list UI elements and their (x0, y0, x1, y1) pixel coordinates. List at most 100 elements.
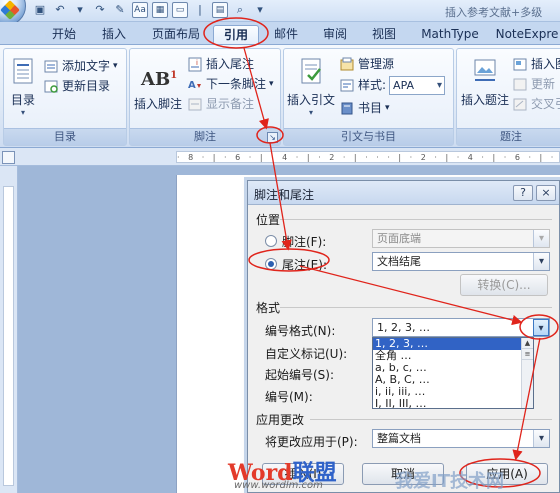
update-table-button[interactable]: 更新 (513, 75, 555, 93)
footnote-radio[interactable] (265, 235, 277, 247)
group-label-toc: 目录 (4, 128, 126, 145)
tab-references[interactable]: 引用 (213, 25, 259, 44)
apply-to-dropdown-icon: ▾ (533, 430, 549, 447)
format-section-label: 格式 (256, 301, 281, 315)
cross-reference-button[interactable]: 交叉引 (513, 95, 560, 113)
style-selector[interactable]: 样式: APA (340, 75, 446, 95)
undo-icon[interactable]: ↶ (52, 2, 68, 18)
tab-insert[interactable]: 插入 (94, 25, 134, 44)
close-button[interactable]: × (536, 185, 556, 201)
window-title: 插入参考文献+多级 (445, 6, 543, 19)
group-label-footnotes: 脚注 (130, 128, 280, 145)
scroll-thumb[interactable]: ≡ (522, 349, 533, 360)
style-dropdown[interactable]: APA (389, 75, 446, 95)
endnote-radio[interactable] (265, 258, 277, 270)
insert-endnote-label: 插入尾注 (206, 57, 255, 71)
tab-page-layout[interactable]: 页面布局 (146, 25, 206, 44)
edit-icon[interactable]: ✎ (112, 2, 128, 18)
insert-citation-dropdown-icon: ▾ (308, 108, 313, 117)
tab-home[interactable]: 开始 (44, 25, 84, 44)
numbering-label: 编号(M): (265, 390, 313, 404)
tab-mathtype[interactable]: MathType (414, 25, 486, 44)
insert-citation-button[interactable]: 插入引文 ▾ (286, 57, 336, 117)
table-of-figures-icon (513, 57, 528, 72)
update-table-label: 更新 (531, 77, 556, 91)
redo-icon[interactable]: ↷ (92, 2, 108, 18)
tab-noteexpress[interactable]: NoteExpre (492, 25, 560, 44)
bibliography-button[interactable]: 书目 ▾ (340, 99, 390, 117)
manage-sources-button[interactable]: 管理源 (340, 55, 394, 73)
ruler-scale: · 8 · | · 6 · | · 4 · | · 2 · | · · · | … (176, 151, 560, 163)
add-text-icon (44, 59, 59, 74)
list-scrollbar[interactable]: ▲ ≡ (521, 338, 533, 408)
form-icon[interactable]: ▤ (212, 2, 228, 18)
search-icon[interactable]: ⌕ (232, 2, 248, 18)
tab-mailings[interactable]: 邮件 (266, 25, 306, 44)
next-footnote-button[interactable]: A 下一条脚注 ▾ (188, 75, 274, 93)
show-notes-button[interactable]: 显示备注 (188, 95, 254, 113)
insert-table-of-figures-button[interactable]: 插入图 (513, 55, 560, 73)
save-icon[interactable]: ▣ (32, 2, 48, 18)
update-toc-button[interactable]: 更新目录 (44, 77, 110, 95)
horizontal-ruler[interactable]: · 8 · | · 6 · | · 4 · | · 2 · | · · · | … (0, 148, 560, 166)
font-size-icon[interactable]: Aa (132, 2, 148, 18)
insert-caption-label: 插入题注 (460, 93, 509, 107)
number-format-dropdown-icon[interactable]: ▾ (533, 319, 549, 336)
tab-review[interactable]: 审阅 (315, 25, 355, 44)
group-label-citations: 引文与书目 (284, 128, 453, 145)
endnote-location-select[interactable]: 文档结尾 ▾ (372, 252, 550, 271)
update-toc-icon (44, 79, 59, 94)
cross-reference-label: 交叉引 (531, 97, 560, 111)
convert-button[interactable]: 转换(C)... (460, 274, 548, 296)
number-format-list[interactable]: 1, 2, 3, … 全角 … a, b, c, … A, B, C, … i,… (372, 337, 534, 409)
endnote-location-dropdown-icon: ▾ (533, 253, 549, 270)
table-icon[interactable]: ▦ (152, 2, 168, 18)
cross-reference-icon (513, 97, 528, 112)
insert-caption-button[interactable]: 插入题注 (459, 57, 511, 108)
insert-citation-icon (296, 57, 326, 87)
manage-sources-icon (340, 57, 355, 72)
format-divider (280, 307, 552, 308)
tab-selector-icon[interactable] (2, 151, 15, 164)
vertical-ruler-scale (3, 186, 14, 486)
number-format-option[interactable]: I, II, III, … (373, 398, 533, 409)
insert-table-of-figures-label: 插入图 (531, 57, 560, 71)
insert-endnote-button[interactable]: i 插入尾注 (188, 55, 254, 73)
add-text-button[interactable]: 添加文字 ▾ (44, 57, 118, 75)
apply-to-select[interactable]: 整篇文档 ▾ (372, 429, 550, 448)
show-notes-label: 显示备注 (206, 97, 255, 111)
toc-button[interactable]: 目录 ▾ (6, 57, 40, 117)
apply-to-label: 将更改应用于(P): (265, 435, 358, 449)
dialog-title: 脚注和尾注 (254, 188, 315, 202)
next-footnote-dropdown-icon: ▾ (269, 79, 274, 89)
insert-footnote-button[interactable]: AB1 插入脚注 (132, 61, 184, 112)
bibliography-dropdown-icon: ▾ (385, 103, 390, 113)
dropdown-icon[interactable]: ▾ (72, 2, 88, 18)
watermark-url: www.wordlm.com (234, 480, 323, 491)
footnotes-dialog-launcher-icon[interactable]: ↘ (267, 132, 278, 143)
next-footnote-icon: A (188, 77, 203, 92)
add-text-label: 添加文字 (62, 59, 111, 73)
footnote-location-select[interactable]: 页面底端 ▾ (372, 229, 550, 248)
group-label-captions: 题注 (457, 128, 560, 145)
quick-access-icons: ▣ ↶ ▾ ↷ ✎ Aa ▦ ▭ | ▤ ⌕ ▾ (32, 2, 268, 18)
ribbon: 目录 ▾ 添加文字 ▾ 更新目录 目录 AB1 插入脚注 i 插入尾注 A 下一… (0, 44, 560, 148)
tab-view[interactable]: 视图 (364, 25, 404, 44)
custom-mark-label: 自定义标记(U): (265, 347, 348, 361)
update-toc-label: 更新目录 (62, 79, 111, 93)
number-format-select[interactable]: 1, 2, 3, … ▾ (372, 318, 550, 337)
manage-sources-label: 管理源 (358, 57, 395, 71)
number-format-value: 1, 2, 3, … (377, 321, 430, 334)
scroll-up-icon[interactable]: ▲ (522, 338, 533, 349)
footnote-ab-icon: AB1 (141, 61, 177, 91)
print-preview-icon[interactable]: ▭ (172, 2, 188, 18)
quick-access-toolbar: ▣ ↶ ▾ ↷ ✎ Aa ▦ ▭ | ▤ ⌕ ▾ 插入参考文献+多级 (0, 0, 560, 26)
customize-icon[interactable]: ▾ (252, 2, 268, 18)
separator-icon: | (198, 3, 202, 16)
toc-dropdown-icon: ▾ (20, 108, 25, 117)
bibliography-icon (340, 101, 355, 116)
insert-citation-label: 插入引文 (286, 93, 335, 107)
insert-caption-icon (470, 57, 500, 87)
vertical-ruler[interactable] (0, 166, 18, 493)
help-button[interactable]: ? (513, 185, 533, 201)
